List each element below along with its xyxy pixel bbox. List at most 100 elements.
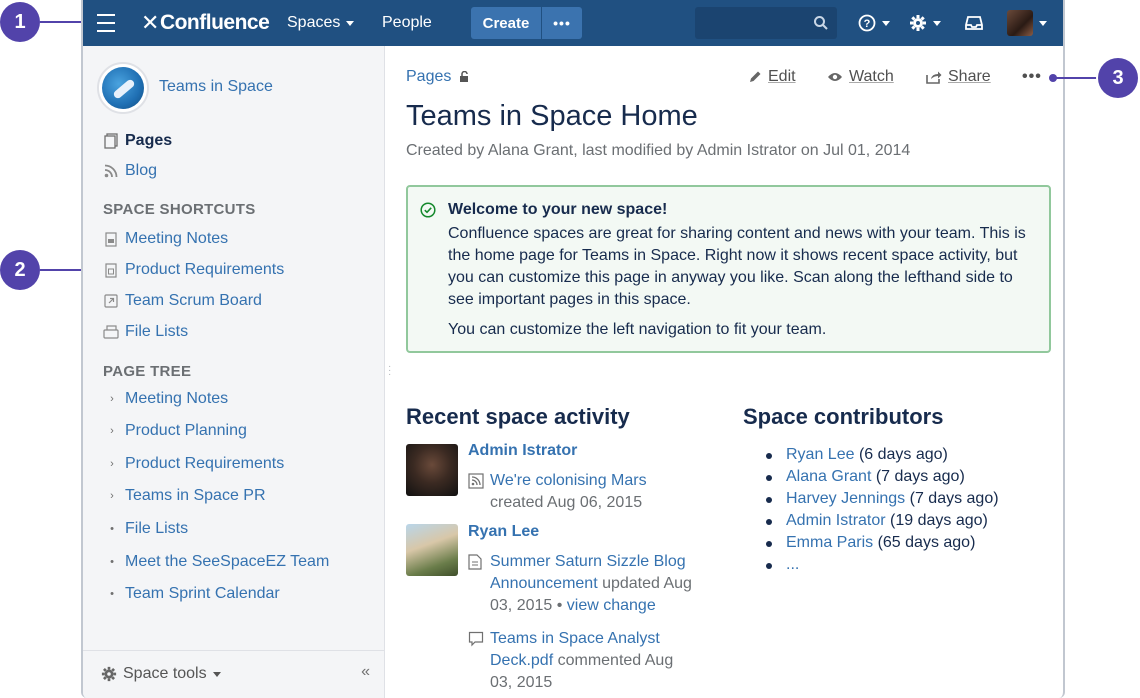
sidebar-footer: Space tools «	[83, 650, 384, 698]
watch-button[interactable]: Watch	[827, 68, 894, 86]
shortcut-label: Team Scrum Board	[125, 292, 262, 309]
shortcut-product-requirements[interactable]: Product Requirements	[103, 258, 284, 282]
tree-item-label: Meet the SeeSpaceEZ Team	[125, 553, 330, 570]
activity-item-link[interactable]: We're colonising Mars	[490, 472, 647, 489]
edit-label: Edit	[768, 68, 796, 85]
activity-item-link[interactable]: Summer Saturn Sizzle Blog	[490, 553, 686, 570]
contributor-meta: (7 days ago)	[871, 468, 965, 485]
search-icon	[814, 16, 828, 30]
contributor-link[interactable]: Alana Grant	[786, 468, 871, 485]
recent-activity-heading: Recent space activity	[406, 404, 630, 429]
shortcut-meeting-notes[interactable]: Meeting Notes	[103, 227, 228, 251]
shortcut-team-scrum-board[interactable]: Team Scrum Board	[103, 289, 262, 313]
people-link[interactable]: People	[382, 0, 432, 46]
tree-item[interactable]: • Meet the SeeSpaceEZ Team	[107, 550, 329, 574]
message-title: Welcome to your new space!	[448, 201, 668, 218]
activity-item-link[interactable]: Announcement	[490, 575, 598, 592]
tree-item-label: Product Planning	[125, 422, 247, 439]
space-name-link[interactable]: Teams in Space	[159, 78, 273, 96]
bullet-icon: •	[110, 588, 114, 600]
contributors-list: Ryan Lee (6 days ago) Alana Grant (7 day…	[764, 444, 999, 576]
tree-item[interactable]: • File Lists	[107, 517, 188, 541]
watch-label: Watch	[849, 68, 894, 85]
view-change-link[interactable]: view change	[567, 597, 656, 614]
tree-item-label: Product Requirements	[125, 455, 285, 472]
settings-menu[interactable]	[909, 0, 941, 46]
people-link-label: People	[382, 14, 432, 31]
rss-icon	[103, 163, 119, 179]
notifications-button[interactable]	[965, 0, 983, 46]
shortcut-file-lists[interactable]: File Lists	[103, 320, 188, 344]
chevron-right-icon[interactable]: ›	[107, 458, 117, 470]
contributor-link[interactable]: Admin Istrator	[786, 512, 886, 529]
page-content: Pages Edit Watch Share ••• Teams in Spac…	[386, 46, 1063, 698]
activity-item-meta: 03, 2015	[490, 674, 553, 691]
avatar[interactable]	[406, 524, 458, 576]
tree-item[interactable]: › Product Planning	[107, 419, 247, 443]
callout-2: 2	[0, 250, 40, 290]
activity-item-link[interactable]: Deck.pdf	[490, 652, 553, 669]
comment-icon	[468, 631, 484, 647]
share-button[interactable]: Share	[926, 68, 991, 86]
activity-user-link[interactable]: Admin Istrator	[468, 442, 577, 460]
avatar[interactable]	[406, 444, 458, 496]
tree-item[interactable]: › Meeting Notes	[107, 387, 228, 411]
blog-icon	[468, 473, 484, 489]
more-actions-button[interactable]: •••	[1022, 68, 1042, 86]
chevron-right-icon[interactable]: ›	[107, 490, 117, 502]
page-icon	[103, 262, 119, 278]
space-avatar[interactable]	[97, 62, 149, 114]
message-body-secondary: You can customize the left navigation to…	[448, 321, 827, 338]
breadcrumb-pages-link[interactable]: Pages	[406, 68, 451, 86]
hamburger-icon	[97, 11, 115, 35]
callout-1-line	[40, 21, 86, 23]
bullet-icon: •	[110, 556, 114, 568]
confluence-logo[interactable]: ✕ Confluence	[141, 0, 270, 46]
search-input[interactable]	[695, 7, 837, 39]
help-menu[interactable]: ?	[858, 0, 890, 46]
activity-user-link[interactable]: Ryan Lee	[468, 523, 539, 541]
top-navigation-bar: ✕ Confluence Spaces People Create ••• ?	[83, 0, 1063, 46]
sidebar-item-blog[interactable]: Blog	[103, 159, 157, 183]
edit-button[interactable]: Edit	[748, 68, 796, 86]
space-tools-button[interactable]: Space tools	[101, 665, 221, 683]
files-icon	[103, 324, 119, 340]
list-item: Admin Istrator (19 days ago)	[764, 510, 999, 532]
sidebar-item-pages[interactable]: Pages	[103, 129, 172, 153]
rocket-logo-icon	[102, 67, 144, 109]
contributors-more-link[interactable]: ...	[786, 556, 799, 573]
chevron-down-icon	[933, 20, 941, 26]
space-tools-label: Space tools	[123, 665, 207, 682]
app-switcher-button[interactable]	[97, 0, 123, 46]
share-label: Share	[948, 68, 991, 85]
tree-item[interactable]: › Product Requirements	[107, 452, 284, 476]
success-message-panel: Welcome to your new space! Confluence sp…	[406, 185, 1051, 353]
user-menu[interactable]	[1007, 0, 1047, 46]
contributor-link[interactable]: Harvey Jennings	[786, 490, 905, 507]
logo-text: Confluence	[159, 11, 270, 34]
contributor-meta: (65 days ago)	[873, 534, 976, 551]
tree-item[interactable]: › Teams in Space PR	[107, 484, 266, 508]
chevron-right-icon[interactable]: ›	[107, 425, 117, 437]
tree-item-label: Teams in Space PR	[125, 487, 266, 504]
activity-item-link[interactable]: Teams in Space Analyst	[490, 630, 660, 647]
page-title: Teams in Space Home	[406, 100, 698, 132]
chevron-right-icon[interactable]: ›	[107, 393, 117, 405]
contributor-link[interactable]: Emma Paris	[786, 534, 873, 551]
pencil-icon	[750, 71, 761, 82]
create-button[interactable]: Create	[471, 7, 541, 39]
callout-1: 1	[0, 2, 40, 42]
unlock-icon[interactable]	[459, 71, 469, 83]
callout-3-line	[1053, 77, 1099, 79]
chevron-down-icon	[212, 671, 221, 677]
tree-item[interactable]: • Team Sprint Calendar	[107, 582, 280, 606]
chevron-down-icon	[882, 20, 890, 26]
contributor-link[interactable]: Ryan Lee	[786, 446, 855, 463]
user-avatar	[1007, 10, 1033, 36]
collapse-sidebar-button[interactable]: «	[361, 663, 370, 681]
create-more-button[interactable]: •••	[542, 7, 582, 39]
spaces-menu[interactable]: Spaces	[287, 0, 355, 46]
message-body: Confluence spaces are great for sharing …	[448, 225, 1026, 308]
confluence-logo-icon: ✕	[141, 10, 159, 35]
activity-item-meta: 03, 2015 •	[490, 597, 567, 614]
